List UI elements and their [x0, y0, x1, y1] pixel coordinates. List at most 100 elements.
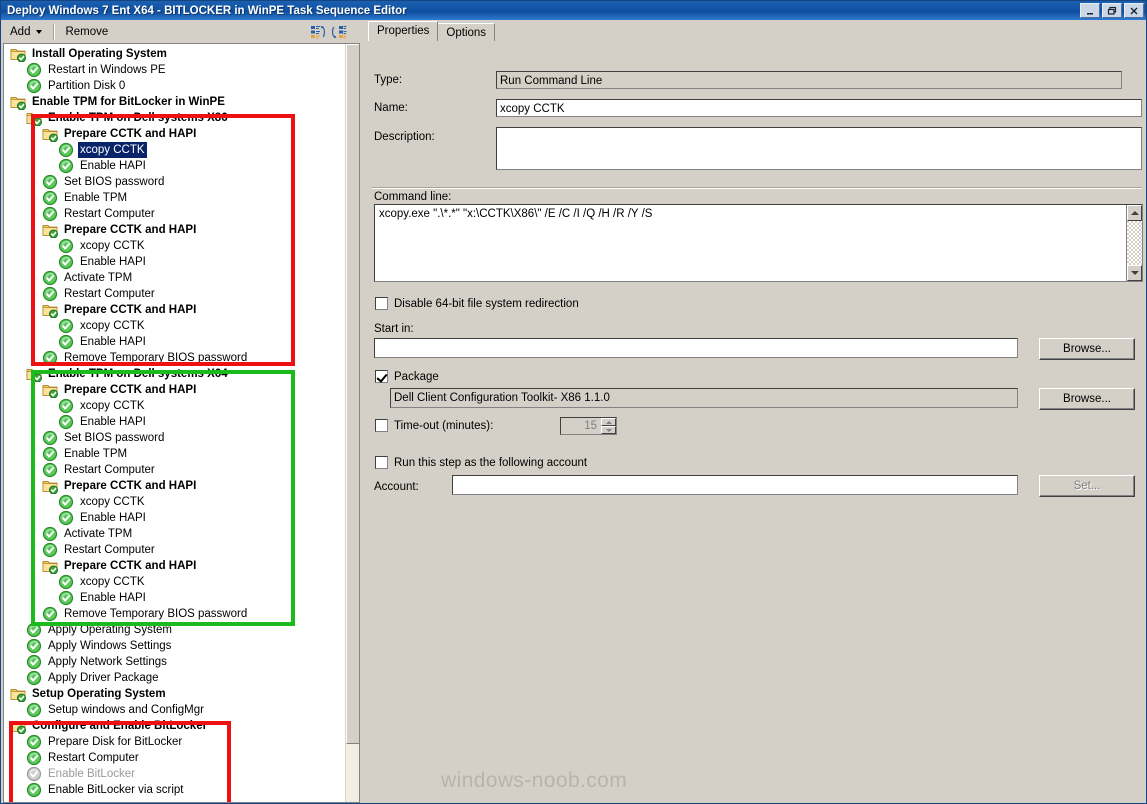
scroll-down-icon[interactable] [1127, 265, 1142, 281]
command-line-scrollbar[interactable] [1126, 205, 1142, 281]
tree-node[interactable]: Apply Network Settings [4, 654, 345, 670]
tree-node[interactable]: Set BIOS password [4, 430, 345, 446]
tree-node[interactable]: Enable TPM [4, 446, 345, 462]
tree-node[interactable]: Restart Computer [4, 286, 345, 302]
tree-node[interactable]: Enable TPM for BitLocker in WinPE [4, 94, 345, 111]
tree-node[interactable]: Restart Computer [4, 462, 345, 478]
step-check-icon [42, 430, 58, 446]
tree-scrollbar-thumb[interactable] [346, 44, 359, 744]
account-input[interactable] [452, 475, 1018, 495]
stepper-down-icon[interactable] [601, 426, 616, 434]
tree-node[interactable]: Setup Operating System [4, 686, 345, 703]
tree-node-label: Install Operating System [32, 48, 167, 60]
scroll-up-icon[interactable] [1127, 205, 1142, 221]
tree-node[interactable]: Enable TPM [4, 190, 345, 206]
tree-node[interactable]: xcopy CCTK [4, 318, 345, 334]
tree-node-label: Enable BitLocker [48, 768, 135, 780]
tree-node[interactable]: xcopy CCTK [4, 142, 345, 158]
tab-options[interactable]: Options [437, 23, 496, 41]
step-check-icon [26, 638, 42, 654]
start-in-input[interactable] [374, 338, 1018, 358]
tree-node[interactable]: Enable HAPI [4, 254, 345, 270]
package-value: Dell Client Configuration Toolkit- X86 1… [390, 388, 1018, 408]
tree-node-label: Enable TPM on Dell systems X64 [48, 368, 228, 380]
tree-scrollbar[interactable] [345, 44, 359, 802]
task-sequence-tree-panel[interactable]: Install Operating System Restart in Windo… [3, 43, 360, 803]
timeout-checkbox[interactable] [375, 419, 388, 432]
title-bar[interactable]: Deploy Windows 7 Ent X64 - BITLOCKER in … [1, 1, 1146, 20]
description-input[interactable] [496, 127, 1142, 170]
step-check-icon [58, 238, 74, 254]
tab-properties[interactable]: Properties [368, 21, 439, 41]
package-browse-button[interactable]: Browse... [1039, 388, 1135, 410]
tree-node[interactable]: Prepare CCTK and HAPI [4, 478, 345, 495]
tree-node[interactable]: Prepare CCTK and HAPI [4, 222, 345, 239]
tree-node[interactable]: Configure and Enable BitLocker [4, 718, 345, 735]
tree-node[interactable]: Restart Computer [4, 750, 345, 766]
tree-node[interactable]: Enable HAPI [4, 414, 345, 430]
tree-node[interactable]: Enable BitLocker via script [4, 782, 345, 798]
tree-node[interactable]: Prepare CCTK and HAPI [4, 302, 345, 319]
runas-checkbox[interactable] [375, 456, 388, 469]
command-line-input[interactable]: xcopy.exe ".\*.*" "x:\CCTK\X86\" /E /C /… [374, 204, 1143, 282]
task-sequence-tree[interactable]: Install Operating System Restart in Windo… [4, 44, 345, 802]
tree-node[interactable]: Remove Temporary BIOS password [4, 606, 345, 622]
tree-node[interactable]: Enable HAPI [4, 334, 345, 350]
stepper-arrows[interactable] [601, 418, 616, 434]
tree-node[interactable]: Restart Computer [4, 206, 345, 222]
tree-node[interactable]: Enable HAPI [4, 158, 345, 174]
stepper-up-icon[interactable] [601, 418, 616, 426]
tree-node[interactable]: Apply Driver Package [4, 670, 345, 686]
start-in-browse-button[interactable]: Browse... [1039, 338, 1135, 360]
move-down-icon[interactable] [331, 24, 347, 40]
tree-node[interactable]: Restart in Windows PE [4, 62, 345, 78]
package-row[interactable]: Package [375, 370, 439, 383]
move-up-icon[interactable] [310, 24, 326, 40]
tree-node[interactable]: Partition Disk 0 [4, 78, 345, 94]
start-in-label: Start in: [374, 323, 414, 335]
package-checkbox[interactable] [375, 370, 388, 383]
name-input[interactable]: xcopy CCTK [496, 99, 1142, 117]
tree-node[interactable]: Prepare CCTK and HAPI [4, 126, 345, 143]
tree-node-label: Enable HAPI [80, 512, 146, 524]
tree-node[interactable]: Enable HAPI [4, 590, 345, 606]
timeout-row[interactable]: Time-out (minutes): [375, 419, 493, 432]
tree-node[interactable]: xcopy CCTK [4, 494, 345, 510]
tree-node-label: Enable TPM on Dell systems X86 [48, 112, 228, 124]
tree-node[interactable]: Prepare CCTK and HAPI [4, 382, 345, 399]
scroll-track[interactable] [1127, 221, 1142, 265]
tree-node[interactable]: xcopy CCTK [4, 238, 345, 254]
tree-node[interactable]: xcopy CCTK [4, 574, 345, 590]
tree-node[interactable]: Activate TPM [4, 526, 345, 542]
tree-node[interactable]: Set BIOS password [4, 174, 345, 190]
tree-node[interactable]: Remove Temporary BIOS password [4, 350, 345, 366]
tree-node[interactable]: Enable BitLocker [4, 766, 345, 782]
tree-node[interactable]: Restart Computer [4, 542, 345, 558]
restore-icon[interactable] [1102, 3, 1122, 18]
tree-node[interactable]: Enable TPM on Dell systems X86 [4, 110, 345, 127]
set-account-button[interactable]: Set... [1039, 475, 1135, 497]
tree-node[interactable]: xcopy CCTK [4, 398, 345, 414]
tree-node[interactable]: Setup windows and ConfigMgr [4, 702, 345, 718]
close-icon[interactable] [1124, 3, 1144, 18]
runas-row[interactable]: Run this step as the following account [375, 456, 587, 469]
disable-redirection-row[interactable]: Disable 64-bit file system redirection [375, 297, 579, 310]
add-button[interactable]: Add [3, 21, 49, 42]
folder-icon [42, 478, 58, 495]
tree-node[interactable]: Install Operating System [4, 46, 345, 63]
timeout-stepper[interactable]: 15 [560, 417, 617, 435]
tree-node[interactable]: Prepare CCTK and HAPI [4, 558, 345, 575]
tree-node[interactable]: Apply Operating System [4, 622, 345, 638]
tree-node[interactable]: Activate TPM [4, 270, 345, 286]
tree-node[interactable]: Apply Windows Settings [4, 638, 345, 654]
step-check-icon [26, 78, 42, 94]
disable-redirection-checkbox[interactable] [375, 297, 388, 310]
minimize-icon[interactable] [1080, 3, 1100, 18]
tree-node[interactable]: Enable TPM on Dell systems X64 [4, 366, 345, 383]
folder-icon [26, 110, 42, 127]
tree-node-label: Enable HAPI [80, 256, 146, 268]
remove-button[interactable]: Remove [58, 21, 115, 42]
tree-node[interactable]: Prepare Disk for BitLocker [4, 734, 345, 750]
tree-node[interactable]: Enable HAPI [4, 510, 345, 526]
step-check-icon [26, 702, 42, 718]
